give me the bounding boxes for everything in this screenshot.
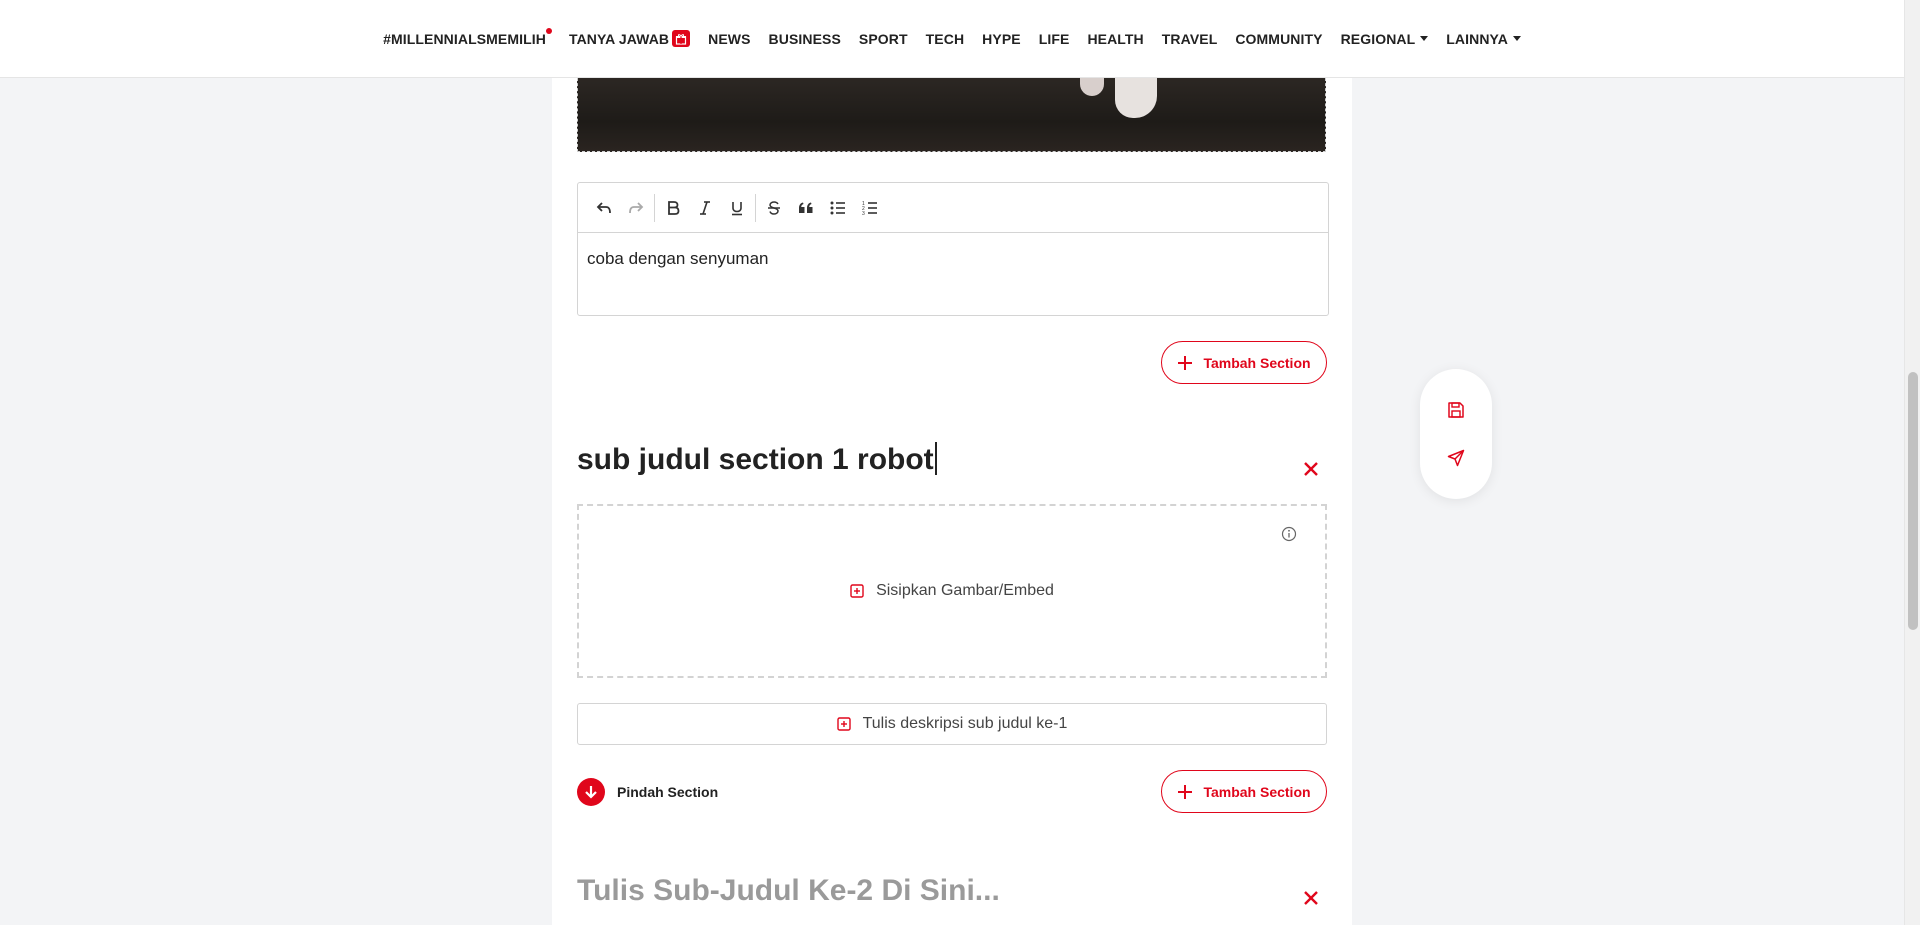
add-box-icon (850, 584, 864, 598)
arrow-down-icon (577, 778, 605, 806)
nav-item-regional[interactable]: REGIONAL (1341, 31, 1429, 47)
section-subtitle-input[interactable]: Tulis Sub-Judul Ke-2 Di Sini... (577, 874, 1000, 908)
bold-icon[interactable] (657, 192, 689, 224)
nav-item-label: TANYA JAWAB (568, 30, 670, 47)
plus-icon (1177, 784, 1193, 800)
nav-item-travel[interactable]: TRAVEL (1162, 31, 1218, 47)
nav-item-label: LIFE (1038, 30, 1070, 47)
nav-item-label: LAINNYA (1446, 30, 1508, 47)
caret-down-icon (1420, 36, 1429, 41)
add-section-button[interactable]: Tambah Section (1161, 770, 1327, 813)
floating-actions (1420, 369, 1492, 499)
nav-item-label: REGIONAL (1340, 30, 1416, 47)
image-detail (1080, 78, 1104, 96)
insert-media-label: Sisipkan Gambar/Embed (876, 582, 1054, 599)
info-icon[interactable] (1281, 526, 1297, 547)
nav-item-tech[interactable]: TECH (926, 31, 965, 47)
add-section-button[interactable]: Tambah Section (1161, 341, 1327, 384)
remove-section-close-icon[interactable] (1299, 457, 1323, 481)
scrollbar-thumb[interactable] (1908, 372, 1918, 630)
redo-icon[interactable] (620, 192, 652, 224)
bullet-list-icon[interactable] (822, 192, 854, 224)
section-subtitle-input[interactable]: sub judul section 1 robot (577, 442, 937, 477)
section-subtitle-text: sub judul section 1 robot (577, 443, 934, 476)
numbered-list-icon[interactable]: 123 (854, 192, 886, 224)
nav-item-millennialsmemilih[interactable]: #MILLENNIALSMEMILIH (383, 27, 552, 47)
add-box-icon (836, 717, 851, 731)
nav-item-lainnya[interactable]: LAINNYA (1446, 31, 1521, 47)
top-navigation: #MILLENNIALSMEMILIH TANYA JAWAB NEWS BUS… (0, 0, 1904, 78)
add-section-label: Tambah Section (1203, 354, 1311, 371)
description-placeholder: Tulis deskripsi sub judul ke-1 (862, 715, 1068, 732)
nav-item-label: HEALTH (1087, 30, 1144, 47)
notification-dot (545, 27, 552, 34)
subtitle-description-field[interactable]: Tulis deskripsi sub judul ke-1 (577, 703, 1327, 745)
image-detail (1115, 78, 1157, 118)
article-editor-panel: 123 coba dengan senyuman Tambah Section … (552, 78, 1352, 925)
strikethrough-icon[interactable] (758, 192, 790, 224)
gift-icon (672, 30, 691, 47)
save-icon[interactable] (1444, 398, 1468, 422)
nav-item-label: SPORT (858, 30, 908, 47)
toolbar-divider (654, 193, 655, 222)
vertical-scrollbar[interactable] (1904, 0, 1920, 925)
nav-item-label: TRAVEL (1161, 30, 1218, 47)
caret-down-icon (1512, 36, 1521, 41)
embedded-image (577, 78, 1326, 152)
italic-icon[interactable] (689, 192, 721, 224)
toolbar-divider (755, 193, 756, 222)
editor-text-area[interactable]: coba dengan senyuman (578, 233, 1328, 285)
underline-icon[interactable] (721, 192, 753, 224)
editor-toolbar: 123 (578, 183, 1328, 233)
nav-item-label: COMMUNITY (1235, 30, 1323, 47)
nav-item-tanya-jawab[interactable]: TANYA JAWAB (568, 30, 691, 47)
insert-media-button[interactable]: Sisipkan Gambar/Embed (850, 582, 1054, 600)
nav-item-life[interactable]: LIFE (1039, 31, 1070, 47)
remove-section-close-icon[interactable] (1299, 886, 1323, 910)
svg-text:3: 3 (862, 211, 865, 216)
send-icon[interactable] (1444, 446, 1468, 470)
add-section-label: Tambah Section (1203, 783, 1311, 800)
plus-icon (1177, 355, 1193, 371)
nav-item-label: NEWS (708, 30, 751, 47)
nav-item-hype[interactable]: HYPE (982, 31, 1021, 47)
media-drop-zone[interactable]: Sisipkan Gambar/Embed (577, 504, 1327, 678)
nav-item-label: BUSINESS (768, 30, 841, 47)
quote-icon[interactable] (790, 192, 822, 224)
move-section-label: Pindah Section (617, 784, 719, 800)
nav-item-label: TECH (925, 30, 965, 47)
undo-icon[interactable] (588, 192, 620, 224)
move-section-button[interactable]: Pindah Section (577, 778, 718, 806)
nav-item-label: HYPE (982, 30, 1021, 47)
nav-item-news[interactable]: NEWS (708, 31, 750, 47)
nav-item-health[interactable]: HEALTH (1087, 31, 1143, 47)
nav-item-business[interactable]: BUSINESS (769, 31, 841, 47)
nav-item-label: #MILLENNIALSMEMILIH (383, 30, 546, 47)
nav-item-community[interactable]: COMMUNITY (1235, 31, 1322, 47)
text-cursor (934, 442, 937, 475)
nav-item-sport[interactable]: SPORT (859, 31, 908, 47)
rich-text-editor: 123 coba dengan senyuman (577, 182, 1329, 316)
